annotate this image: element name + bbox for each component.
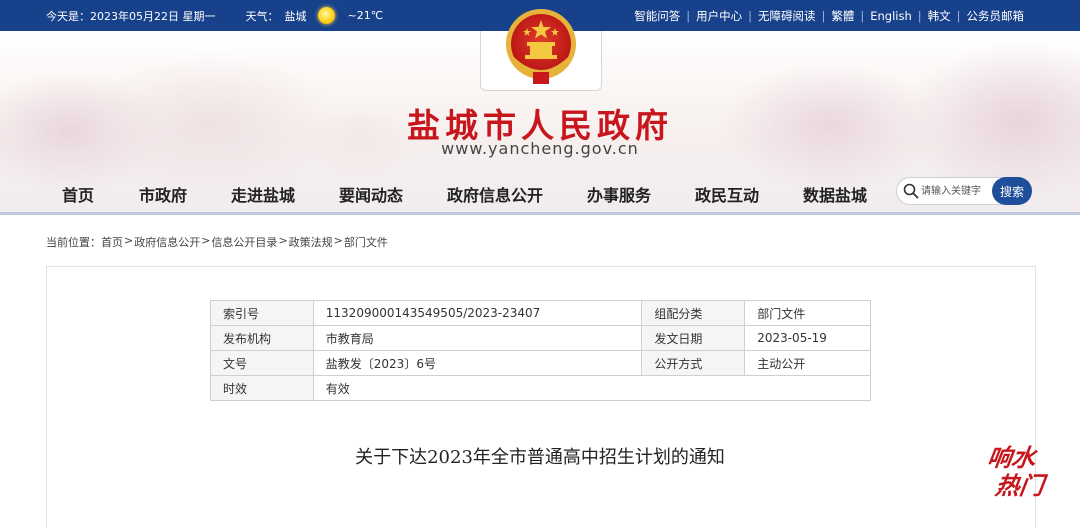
breadcrumb-home[interactable]: 首页 (101, 234, 123, 250)
meta-value: 113209000143549505/2023-23407 (312, 300, 643, 326)
search-box (896, 177, 1006, 205)
search-button[interactable]: 搜索 (992, 177, 1032, 205)
meta-key: 发文日期 (641, 325, 746, 351)
top-link-user-center[interactable]: 用户中心 (690, 8, 748, 24)
meta-key: 索引号 (210, 300, 314, 326)
top-link-mail[interactable]: 公务员邮箱 (961, 8, 1031, 24)
meta-value: 市教育局 (312, 325, 643, 351)
meta-key: 发布机构 (210, 325, 314, 351)
svg-text:响水: 响水 (988, 444, 1039, 472)
meta-key: 组配分类 (641, 300, 746, 326)
table-row: 索引号 113209000143549505/2023-23407 组配分类 部… (210, 300, 871, 326)
nav-item-info-disclosure[interactable]: 政府信息公开 (447, 182, 543, 206)
date-weather: 今天是：2023年05月22日 星期一 天气： 盐城 ~21℃ (46, 0, 383, 31)
meta-value: 部门文件 (744, 300, 871, 326)
watermark-logo: 响水 热门 (988, 444, 1050, 500)
sun-icon (318, 7, 336, 24)
svg-text:热门: 热门 (993, 472, 1050, 500)
table-row: 时效 有效 (210, 375, 872, 401)
top-link-english[interactable]: English (864, 9, 918, 23)
site-url[interactable]: www.yancheng.gov.cn (0, 139, 1080, 158)
breadcrumb: 当前位置： 首页 > 政府信息公开 > 信息公开目录 > 政策法规 > 部门文件 (46, 234, 388, 250)
nav-item-city-government[interactable]: 市政府 (139, 182, 187, 206)
nav-item-about-yancheng[interactable]: 走进盐城 (231, 182, 295, 206)
top-link-qa[interactable]: 智能问答 (628, 8, 686, 24)
meta-value: 有效 (312, 375, 872, 401)
weather-label: 天气： (245, 9, 279, 23)
meta-key: 文号 (210, 350, 314, 376)
breadcrumb-catalog[interactable]: 信息公开目录 (211, 234, 277, 250)
breadcrumb-label: 当前位置： (46, 236, 101, 249)
meta-key: 时效 (210, 375, 314, 401)
top-link-traditional[interactable]: 繁體 (825, 8, 860, 24)
meta-value: 2023-05-19 (744, 325, 871, 351)
weather-temperature: ~21℃ (347, 9, 384, 22)
document-title: 关于下达2023年全市普通高中招生计划的通知 (355, 447, 725, 468)
nav-item-services[interactable]: 办事服务 (587, 182, 651, 206)
metadata-table: 索引号 113209000143549505/2023-23407 组配分类 部… (210, 300, 872, 401)
breadcrumb-dept-files[interactable]: 部门文件 (344, 234, 388, 250)
nav-divider (0, 212, 1080, 215)
top-link-accessibility[interactable]: 无障碍阅读 (752, 8, 822, 24)
search-icon (903, 183, 919, 199)
meta-key: 公开方式 (641, 350, 746, 376)
date-text: 今天是：2023年05月22日 星期一 (46, 9, 216, 23)
weather-city: 盐城 (284, 9, 307, 23)
top-link-korean[interactable]: 韩文 (922, 8, 957, 24)
top-links: 智能问答 | 用户中心 | 无障碍阅读 | 繁體 | English | 韩文 | 公务员邮… (628, 0, 1030, 31)
nav-item-data[interactable]: 数据盐城 (803, 182, 867, 206)
meta-value: 主动公开 (744, 350, 871, 376)
nav-item-news[interactable]: 要闻动态 (339, 182, 403, 206)
table-row: 发布机构 市教育局 发文日期 2023-05-19 (210, 325, 871, 351)
nav-item-interaction[interactable]: 政民互动 (695, 182, 759, 206)
table-row: 文号 盐教发〔2023〕6号 公开方式 主动公开 (210, 350, 871, 376)
breadcrumb-policy[interactable]: 政策法规 (289, 234, 333, 250)
meta-value: 盐教发〔2023〕6号 (312, 350, 643, 376)
national-emblem-icon (506, 9, 576, 84)
search-bar: 搜索 (896, 177, 1036, 205)
breadcrumb-info-disclosure[interactable]: 政府信息公开 (134, 234, 200, 250)
nav-item-home[interactable]: 首页 (62, 182, 94, 206)
search-input[interactable] (921, 183, 1003, 199)
